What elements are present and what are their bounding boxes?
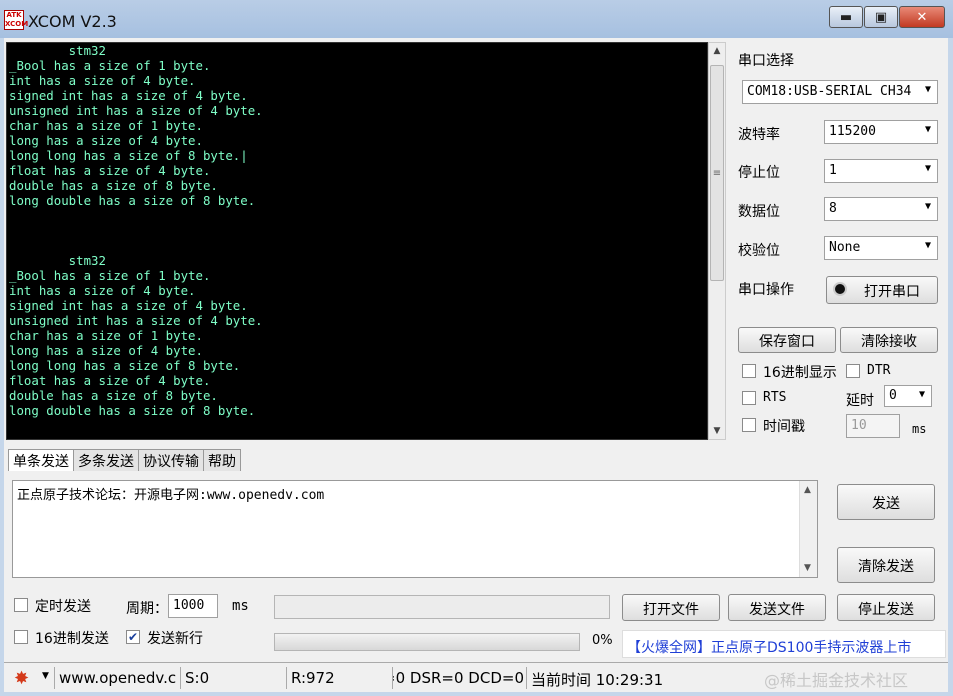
- delay-label: 延时: [846, 393, 874, 409]
- delay-select[interactable]: 0 ▼: [884, 385, 932, 407]
- scroll-up-icon[interactable]: ▲: [804, 485, 811, 495]
- send-newline-label: 发送新行: [147, 631, 203, 647]
- port-select[interactable]: COM18:USB-SERIAL CH34 ▼: [742, 80, 938, 104]
- baud-value: 115200: [829, 124, 876, 139]
- progress-label: 0%: [592, 633, 613, 648]
- chevron-down-icon: ▼: [924, 240, 931, 251]
- scroll-up-icon[interactable]: ▲: [709, 43, 725, 59]
- chevron-down-icon: ▼: [924, 201, 931, 212]
- website-link[interactable]: www.openedv.com: [54, 667, 176, 689]
- parity-value: None: [829, 240, 861, 255]
- port-value: COM18:USB-SERIAL CH34: [747, 84, 912, 99]
- open-port-label: 打开串口: [864, 284, 920, 300]
- parity-select[interactable]: None ▼: [824, 236, 938, 260]
- timestamp-checkbox[interactable]: [742, 418, 756, 432]
- close-icon: ✕: [916, 9, 928, 25]
- data-bits-select[interactable]: 8 ▼: [824, 197, 938, 221]
- timed-send-label: 定时发送: [35, 599, 91, 615]
- baud-select[interactable]: 115200 ▼: [824, 120, 938, 144]
- close-button[interactable]: ✕: [899, 6, 945, 28]
- chevron-down-icon[interactable]: ▼: [42, 671, 49, 681]
- ad-link[interactable]: 【火爆全网】正点原子DS100手持示波器上市: [622, 630, 946, 658]
- period-ms-label: ms: [232, 598, 249, 614]
- gear-icon[interactable]: ✸: [14, 668, 29, 689]
- receive-terminal[interactable]: stm32 _Bool has a size of 1 byte. int ha…: [6, 42, 708, 440]
- clear-receive-button[interactable]: 清除接收: [840, 327, 938, 353]
- delay-value: 0: [889, 388, 897, 403]
- data-bits-value: 8: [829, 201, 837, 216]
- send-button[interactable]: 发送: [837, 484, 935, 520]
- chevron-down-icon: ▼: [924, 163, 931, 174]
- timestamp-label: 时间戳: [763, 419, 805, 435]
- maximize-button[interactable]: ▣: [864, 6, 898, 28]
- clear-send-button[interactable]: 清除发送: [837, 547, 935, 583]
- timestamp-value: 10: [851, 418, 867, 433]
- watermark: @稀土掘金技术社区: [764, 671, 909, 690]
- modem-lines: CTS=0 DSR=0 DCD=0: [392, 667, 524, 689]
- hex-display-label: 16进制显示: [763, 365, 837, 381]
- send-scrollbar[interactable]: ▲ ▼: [799, 481, 817, 577]
- port-status-icon: [833, 282, 847, 296]
- window-title: XCOM V2.3: [28, 12, 117, 31]
- baud-label: 波特率: [738, 127, 780, 143]
- timestamp-ms-label: ms: [912, 422, 927, 436]
- send-tabs: 单条发送 多条发送 协议传输 帮助: [8, 449, 241, 471]
- file-path-field[interactable]: [274, 595, 610, 619]
- chevron-down-icon: ▼: [924, 84, 931, 95]
- port-op-label: 串口操作: [738, 282, 794, 298]
- app-window: ATK XCOM XCOM V2.3 ▬ ▣ ✕ stm32 _Bool has …: [0, 0, 953, 696]
- scroll-down-icon[interactable]: ▼: [804, 563, 811, 573]
- minimize-button[interactable]: ▬: [829, 6, 863, 28]
- stop-send-button[interactable]: 停止发送: [837, 594, 935, 621]
- dtr-label: DTR: [867, 363, 891, 378]
- period-input[interactable]: 1000: [168, 594, 218, 618]
- dtr-checkbox[interactable]: [846, 364, 860, 378]
- hex-send-checkbox[interactable]: [14, 630, 28, 644]
- client-area: stm32 _Bool has a size of 1 byte. int ha…: [4, 38, 948, 692]
- save-window-button[interactable]: 保存窗口: [738, 327, 836, 353]
- minimize-icon: ▬: [839, 9, 853, 25]
- scroll-thumb[interactable]: ≡: [710, 65, 724, 281]
- scroll-down-icon[interactable]: ▼: [709, 423, 725, 439]
- tab-multi-send[interactable]: 多条发送: [73, 449, 139, 471]
- tab-help[interactable]: 帮助: [203, 449, 241, 471]
- stop-bits-select[interactable]: 1 ▼: [824, 159, 938, 183]
- chevron-down-icon: ▼: [924, 124, 931, 135]
- open-port-button[interactable]: 打开串口: [826, 276, 938, 304]
- stop-bits-label: 停止位: [738, 165, 780, 181]
- received-count: R:972: [286, 667, 390, 689]
- hex-display-checkbox[interactable]: [742, 364, 756, 378]
- title-bar[interactable]: ATK XCOM XCOM V2.3 ▬ ▣ ✕: [0, 0, 953, 38]
- data-bits-label: 数据位: [738, 204, 780, 220]
- app-logo: ATK XCOM: [4, 10, 29, 30]
- terminal-text: stm32 _Bool has a size of 1 byte. int ha…: [9, 43, 263, 418]
- check-icon: ✔: [127, 630, 139, 644]
- stop-bits-value: 1: [829, 163, 837, 178]
- status-bar: ✸ ▼ www.openedv.com S:0 R:972 CTS=0 DSR=…: [4, 662, 948, 692]
- open-file-button[interactable]: 打开文件: [622, 594, 720, 621]
- current-time: 当前时间 10:29:31: [526, 667, 762, 689]
- timed-send-checkbox[interactable]: [14, 598, 28, 612]
- send-file-button[interactable]: 发送文件: [728, 594, 826, 621]
- period-value: 1000: [173, 598, 205, 613]
- send-textarea[interactable]: 正点原子技术论坛：开源电子网:www.openedv.com ▲ ▼: [12, 480, 818, 578]
- send-newline-checkbox[interactable]: ✔: [126, 630, 140, 644]
- chevron-down-icon: ▼: [918, 389, 925, 400]
- modem-lines-text: CTS=0 DSR=0 DCD=0: [393, 669, 524, 687]
- send-text: 正点原子技术论坛：开源电子网:www.openedv.com: [17, 488, 325, 503]
- rts-checkbox[interactable]: [742, 391, 756, 405]
- serial-settings-panel: 串口选择 COM18:USB-SERIAL CH34 ▼ 波特率 115200 ▼ …: [728, 38, 946, 448]
- sent-count: S:0: [180, 667, 284, 689]
- hex-send-label: 16进制发送: [35, 631, 109, 647]
- port-label: 串口选择: [738, 53, 794, 69]
- tab-single-send[interactable]: 单条发送: [8, 449, 74, 471]
- tab-protocol[interactable]: 协议传输: [138, 449, 204, 471]
- maximize-icon: ▣: [874, 9, 888, 25]
- timestamp-input[interactable]: 10: [846, 414, 900, 438]
- parity-label: 校验位: [738, 243, 780, 259]
- send-progress-bar: [274, 633, 580, 651]
- period-label: 周期：: [126, 601, 168, 617]
- terminal-scrollbar[interactable]: ▲ ≡ ▼: [708, 42, 726, 440]
- rts-label: RTS: [763, 390, 787, 405]
